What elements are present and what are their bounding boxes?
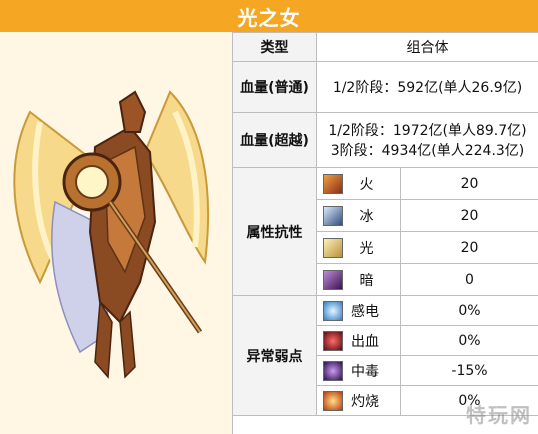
resist-value: 20 [400, 231, 538, 264]
resist-value: 20 [400, 199, 538, 232]
abnormal-value: 0% [400, 325, 538, 356]
site-watermark: 特玩网 [466, 403, 532, 427]
resist-row-ice: 冰 [316, 199, 401, 232]
boss-stats-table: 类型 组合体 血量(普通) 1/2阶段：592亿(单人26.9亿) 血量(超越)… [232, 32, 538, 416]
angel-boss-image [13, 90, 210, 379]
resist-name: 光 [359, 240, 374, 257]
resist-name: 暗 [359, 272, 374, 289]
resist-row-dark: 暗 [316, 263, 401, 296]
abnormal-name: 出血 [351, 333, 379, 350]
abnormal-name: 灼烧 [351, 393, 379, 410]
abnormal-value: -15% [400, 355, 538, 386]
resist-label: 属性抗性 [232, 167, 317, 296]
poison-icon [323, 360, 343, 381]
hp-normal-label: 血量(普通) [232, 61, 317, 113]
hp-super-line-1: 1/2阶段：1972亿(单人89.7亿) [328, 123, 527, 139]
resist-name: 火 [359, 176, 374, 193]
abnormal-row-bleed: 出血 [316, 325, 401, 356]
abnormal-label: 异常弱点 [232, 295, 317, 416]
abnormal-name: 中毒 [351, 363, 379, 380]
type-label: 类型 [232, 32, 317, 62]
abnormal-row-burn: 灼烧 [316, 385, 401, 416]
abnormal-name: 感电 [351, 303, 379, 320]
light-icon [323, 237, 343, 258]
boss-title: 光之女 [0, 0, 538, 33]
hp-super-line-2: 3阶段：4934亿(单人224.3亿) [330, 143, 525, 159]
resist-value: 20 [400, 167, 538, 200]
burn-icon [323, 390, 343, 411]
hp-super-value: 1/2阶段：1972亿(单人89.7亿) 3阶段：4934亿(单人224.3亿) [316, 112, 538, 168]
boss-portrait [0, 32, 233, 434]
abnormal-row-shock: 感电 [316, 295, 401, 326]
ice-icon [323, 205, 343, 226]
resist-row-light: 光 [316, 231, 401, 264]
abnormal-row-poison: 中毒 [316, 355, 401, 386]
type-value: 组合体 [316, 32, 538, 62]
fire-icon [323, 173, 343, 194]
boss-info-card: 光之女 类型 组合体 血量(普通) 1/2阶段：592亿(单人26.9亿) 血量… [0, 0, 538, 434]
resist-value: 0 [400, 263, 538, 296]
hp-normal-value: 1/2阶段：592亿(单人26.9亿) [316, 61, 538, 113]
hp-super-label: 血量(超越) [232, 112, 317, 168]
resist-row-fire: 火 [316, 167, 401, 200]
bleed-icon [323, 330, 343, 351]
resist-name: 冰 [359, 208, 374, 225]
shock-icon [323, 300, 343, 321]
abnormal-value: 0% [400, 295, 538, 326]
dark-icon [323, 269, 343, 290]
